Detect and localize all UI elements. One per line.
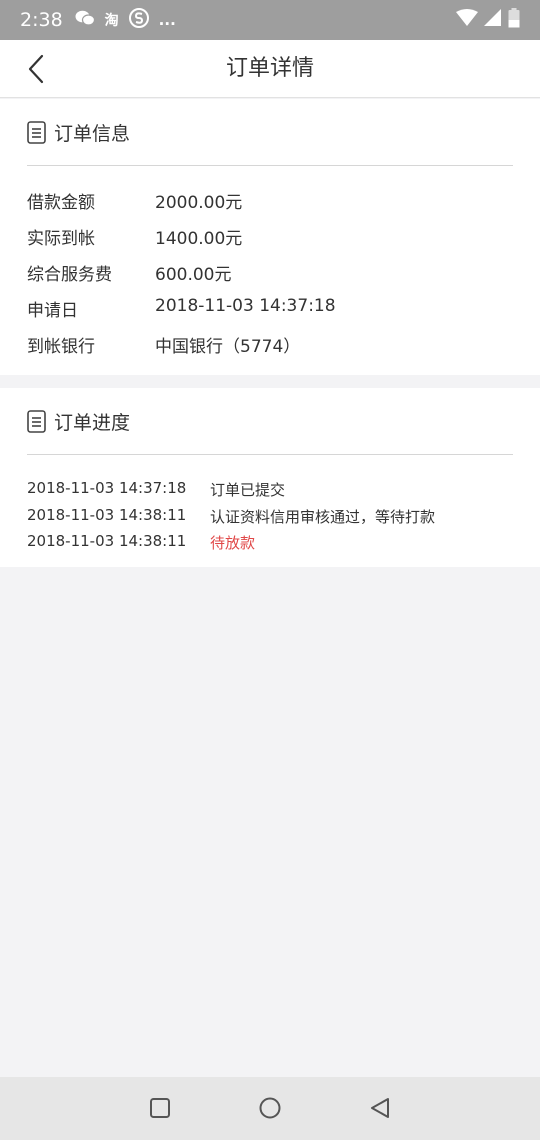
progress-time: 2018-11-03 14:37:18	[27, 479, 187, 497]
page-title: 订单详情	[225, 56, 314, 81]
progress-status-pending: 待放款	[210, 534, 256, 552]
order-progress-title: 订单进度	[54, 411, 131, 434]
s-app-icon	[128, 8, 149, 32]
signal-icon	[484, 9, 502, 31]
info-label: 综合服务费	[27, 265, 112, 285]
info-row-bank: 到帐银行 中国银行（5774）	[27, 332, 300, 357]
circle-icon	[259, 1097, 281, 1119]
battery-icon	[508, 8, 520, 32]
info-row-loan-amount: 借款金额 2000.00元	[27, 188, 242, 213]
info-value: 2018-11-03 14:37:18	[155, 296, 336, 316]
progress-status: 认证资料信用审核通过，等待打款	[210, 508, 436, 526]
progress-time: 2018-11-03 14:38:11	[27, 506, 187, 524]
more-notifications: ...	[158, 11, 176, 29]
progress-row: 2018-11-03 14:38:11 认证资料信用审核通过，等待打款	[27, 506, 435, 527]
order-info-card: 订单信息 借款金额 2000.00元 实际到帐 1400.00元 综合服务费 6…	[0, 99, 540, 375]
status-time: 2:38	[20, 9, 63, 31]
progress-time: 2018-11-03 14:38:11	[27, 532, 187, 550]
info-row-actual-received: 实际到帐 1400.00元	[27, 224, 242, 249]
info-value: 中国银行（5774）	[155, 337, 301, 357]
document-icon	[27, 409, 46, 433]
progress-row: 2018-11-03 14:37:18 订单已提交	[27, 479, 285, 500]
taobao-icon: 淘	[104, 13, 119, 29]
info-value: 1400.00元	[155, 229, 243, 249]
progress-status: 订单已提交	[210, 481, 286, 499]
info-row-apply-date: 申请日 2018-11-03 14:37:18	[27, 296, 336, 321]
status-bar: 2:38 淘 ...	[0, 0, 540, 40]
order-info-title: 订单信息	[54, 122, 131, 145]
wifi-icon	[456, 9, 478, 31]
triangle-back-icon	[371, 1098, 389, 1118]
system-nav-bar	[0, 1077, 540, 1140]
wechat-icon	[75, 10, 95, 30]
system-icons	[456, 8, 520, 32]
order-progress-card: 订单进度 2018-11-03 14:37:18 订单已提交 2018-11-0…	[0, 388, 540, 567]
info-label: 到帐银行	[27, 337, 95, 357]
info-label: 申请日	[27, 301, 78, 321]
info-value: 600.00元	[155, 265, 232, 285]
order-info-header: 订单信息	[27, 99, 513, 166]
back-nav-button[interactable]	[365, 1093, 395, 1123]
notification-icons: 淘 ...	[75, 8, 176, 32]
info-label: 借款金额	[27, 193, 95, 213]
info-row-service-fee: 综合服务费 600.00元	[27, 260, 231, 285]
progress-row: 2018-11-03 14:38:11 待放款	[27, 532, 255, 553]
info-value: 2000.00元	[155, 193, 243, 213]
document-icon	[27, 120, 46, 144]
square-icon	[150, 1098, 170, 1118]
info-label: 实际到帐	[27, 229, 95, 249]
app-header: 订单详情	[0, 40, 540, 98]
recent-apps-button[interactable]	[145, 1093, 175, 1123]
home-button[interactable]	[255, 1093, 285, 1123]
order-progress-header: 订单进度	[27, 388, 513, 455]
